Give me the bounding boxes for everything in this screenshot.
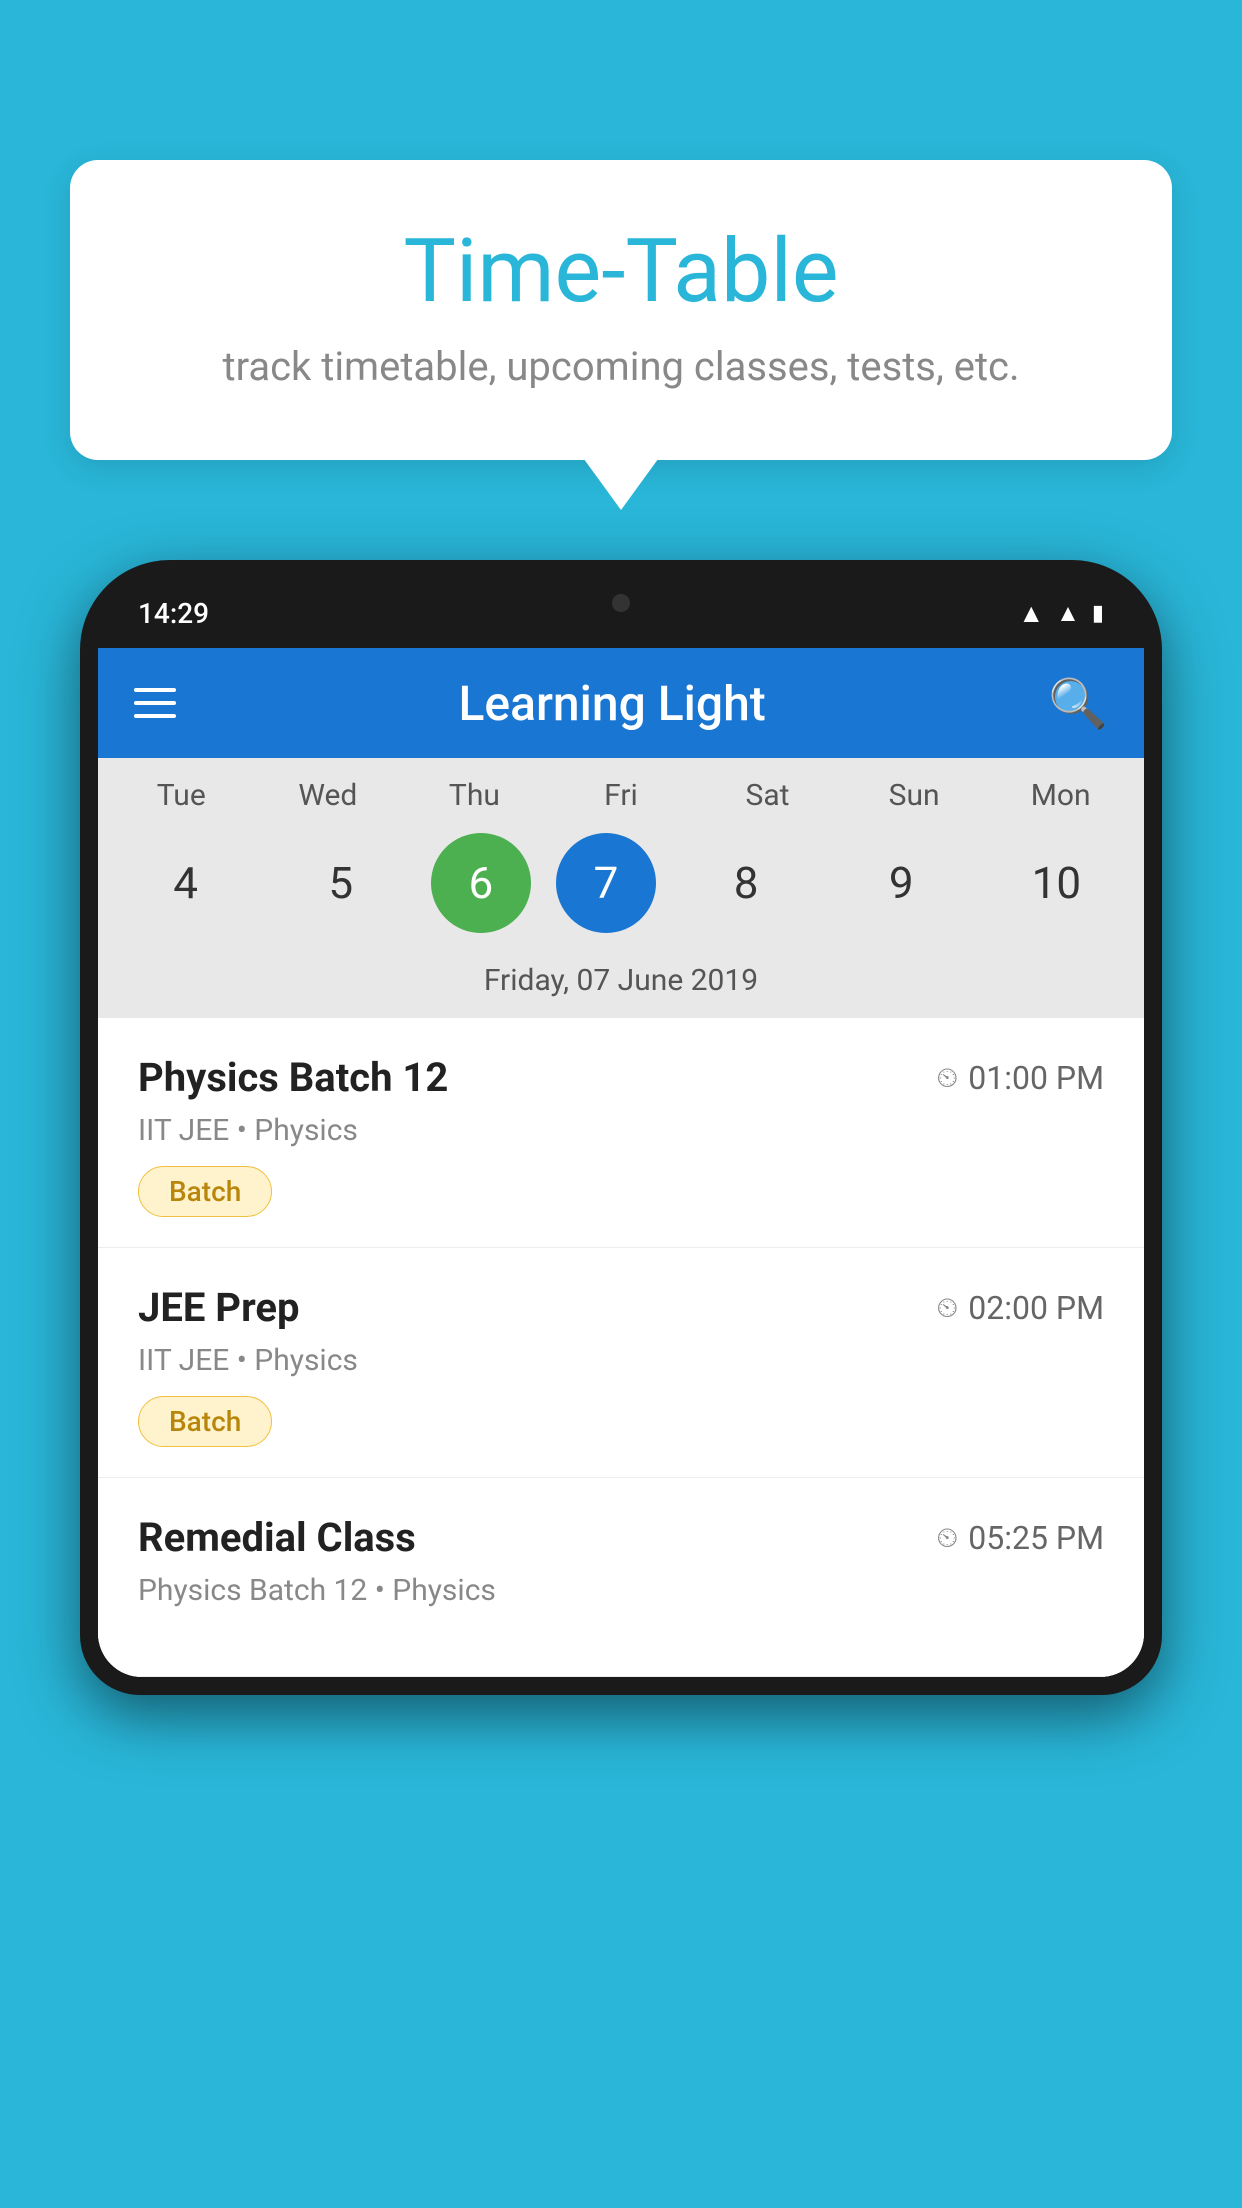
app-bar: Learning Light 🔍 (98, 648, 1144, 758)
clock-icon-2: ⏲ (936, 1291, 958, 1325)
class-meta-2: IIT JEE • Physics (138, 1343, 1104, 1378)
day-7-selected[interactable]: 7 (556, 833, 656, 933)
class-item-2[interactable]: JEE Prep ⏲ 02:00 PM IIT JEE • Physics Ba… (98, 1248, 1144, 1478)
day-6-today[interactable]: 6 (431, 833, 531, 933)
status-icons: ▲ ▲ ▮ (1018, 598, 1104, 629)
wifi-icon: ▲ (1018, 598, 1044, 629)
class-name-3: Remedial Class (138, 1514, 416, 1561)
day-numbers: 4 5 6 7 8 9 10 (98, 823, 1144, 953)
day-label-sat: Sat (703, 778, 833, 813)
class-header-3: Remedial Class ⏲ 05:25 PM (138, 1514, 1104, 1561)
clock-icon-3: ⏲ (936, 1521, 958, 1555)
class-list: Physics Batch 12 ⏲ 01:00 PM IIT JEE • Ph… (98, 1018, 1144, 1677)
speech-bubble: Time-Table track timetable, upcoming cla… (70, 160, 1172, 460)
class-time-1: ⏲ 01:00 PM (936, 1059, 1104, 1097)
battery-icon: ▮ (1092, 601, 1104, 626)
search-icon[interactable]: 🔍 (1048, 675, 1108, 732)
class-item-3[interactable]: Remedial Class ⏲ 05:25 PM Physics Batch … (98, 1478, 1144, 1677)
day-label-thu: Thu (409, 778, 539, 813)
calendar-strip: Tue Wed Thu Fri Sat Sun Mon 4 5 6 7 8 9 … (98, 758, 1144, 1018)
day-9[interactable]: 9 (836, 833, 966, 933)
camera (612, 594, 630, 612)
phone-outer: 14:29 ▲ ▲ ▮ Learning Light 🔍 (80, 560, 1162, 1695)
day-headers: Tue Wed Thu Fri Sat Sun Mon (98, 778, 1144, 823)
class-item-1[interactable]: Physics Batch 12 ⏲ 01:00 PM IIT JEE • Ph… (98, 1018, 1144, 1248)
class-header-2: JEE Prep ⏲ 02:00 PM (138, 1284, 1104, 1331)
day-label-mon: Mon (996, 778, 1126, 813)
day-10[interactable]: 10 (991, 833, 1121, 933)
day-label-fri: Fri (556, 778, 686, 813)
bubble-subtitle: track timetable, upcoming classes, tests… (140, 343, 1102, 390)
menu-icon[interactable] (134, 688, 176, 718)
day-label-wed: Wed (263, 778, 393, 813)
app-title: Learning Light (458, 675, 765, 732)
class-name-2: JEE Prep (138, 1284, 299, 1331)
class-meta-1: IIT JEE • Physics (138, 1113, 1104, 1148)
phone-screen: Learning Light 🔍 Tue Wed Thu Fri Sat Sun… (98, 648, 1144, 1677)
day-5[interactable]: 5 (276, 833, 406, 933)
class-meta-3: Physics Batch 12 • Physics (138, 1573, 1104, 1608)
class-header-1: Physics Batch 12 ⏲ 01:00 PM (138, 1054, 1104, 1101)
status-bar: 14:29 ▲ ▲ ▮ (98, 578, 1144, 648)
signal-icon: ▲ (1056, 599, 1080, 628)
clock-icon-1: ⏲ (936, 1061, 958, 1095)
status-time: 14:29 (138, 597, 209, 630)
day-label-tue: Tue (116, 778, 246, 813)
day-8[interactable]: 8 (681, 833, 811, 933)
batch-badge-2: Batch (138, 1396, 272, 1447)
class-name-1: Physics Batch 12 (138, 1054, 448, 1101)
phone-device: 14:29 ▲ ▲ ▮ Learning Light 🔍 (80, 560, 1162, 2208)
class-time-3: ⏲ 05:25 PM (936, 1519, 1104, 1557)
day-4[interactable]: 4 (121, 833, 251, 933)
selected-date: Friday, 07 June 2019 (98, 953, 1144, 1018)
class-time-2: ⏲ 02:00 PM (936, 1289, 1104, 1327)
notch (561, 578, 681, 628)
day-label-sun: Sun (849, 778, 979, 813)
bubble-title: Time-Table (140, 220, 1102, 323)
batch-badge-1: Batch (138, 1166, 272, 1217)
